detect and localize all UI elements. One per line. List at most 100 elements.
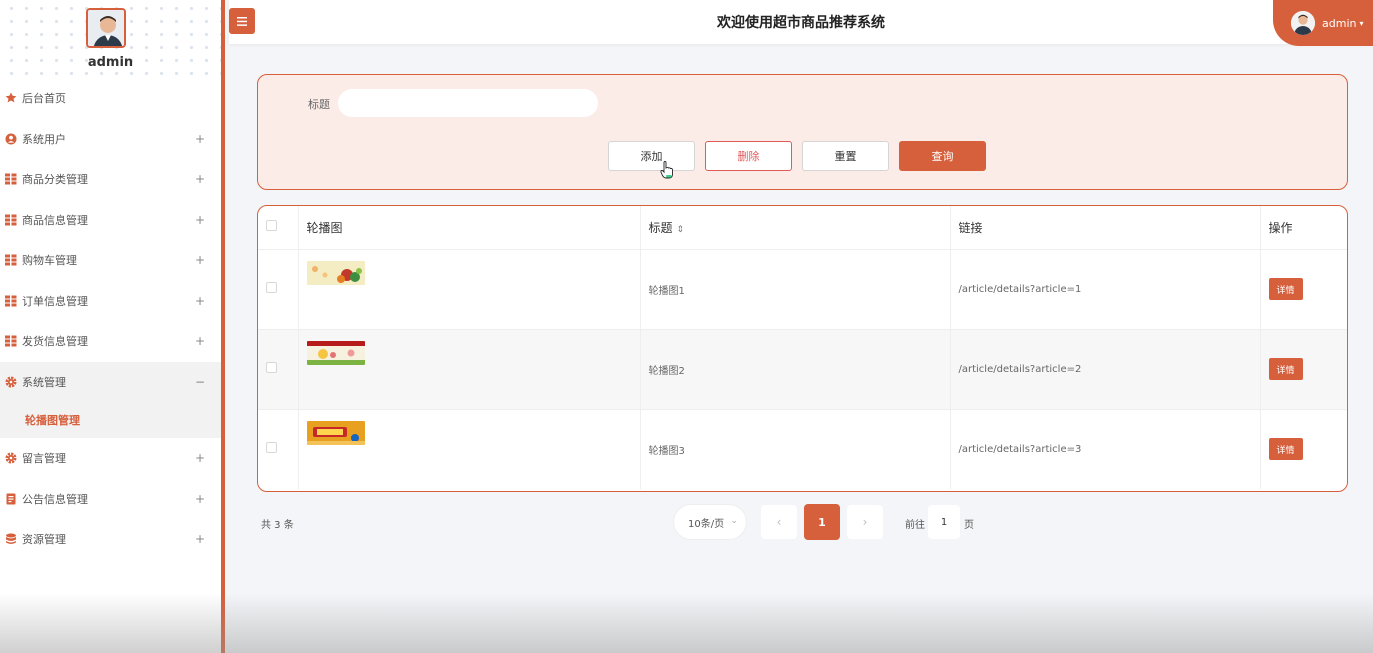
sort-icon[interactable]: ⇕	[677, 225, 685, 235]
user-icon	[5, 133, 17, 145]
total-count: 共 3 条	[261, 520, 294, 531]
expand-icon[interactable]: +	[195, 132, 205, 146]
carousel-image-cell	[297, 328, 640, 409]
title-search-input[interactable]	[338, 89, 598, 117]
prev-page-button[interactable]: ‹	[761, 505, 797, 539]
sidebar-subitem-carousel[interactable]: 轮播图管理	[0, 402, 221, 438]
sidebar-item-label: 留言管理	[22, 452, 66, 466]
hand-cursor-icon	[660, 161, 673, 179]
sidebar-item-messages[interactable]: 留言管理 +	[0, 438, 221, 479]
sidebar-item-announcements[interactable]: 公告信息管理 +	[0, 479, 221, 520]
grid-icon	[5, 335, 17, 347]
sidebar-item-home[interactable]: 后台首页	[0, 78, 221, 119]
expand-icon[interactable]: +	[195, 172, 205, 186]
expand-icon[interactable]: +	[195, 532, 205, 546]
user-menu[interactable]: admin ▾	[1273, 0, 1373, 46]
row-select-cell	[258, 328, 298, 409]
table-row: 轮播图2 /article/details?article=2 详情	[258, 328, 1347, 409]
carousel-thumbnail[interactable]	[306, 341, 365, 365]
grid-icon	[5, 254, 17, 266]
sidebar-profile: admin	[0, 0, 221, 78]
delete-button[interactable]: 删除	[705, 141, 792, 171]
next-page-button[interactable]: ›	[847, 505, 883, 539]
grid-icon	[5, 214, 17, 226]
sidebar-item-resources[interactable]: 资源管理 +	[0, 519, 221, 560]
row-checkbox[interactable]	[266, 282, 277, 293]
user-menu-label: admin	[1322, 16, 1357, 30]
chevron-right-icon: ›	[862, 515, 868, 529]
expand-icon[interactable]: +	[195, 294, 205, 308]
sidebar-item-orders[interactable]: 订单信息管理 +	[0, 281, 221, 322]
grid-icon	[5, 295, 17, 307]
chevron-down-icon: ⌄	[730, 516, 738, 526]
home-icon	[5, 92, 17, 104]
sidebar-item-label: 资源管理	[22, 533, 66, 547]
database-icon	[5, 533, 17, 545]
expand-icon[interactable]: +	[195, 213, 205, 227]
goto-page-input[interactable]	[928, 505, 960, 539]
sidebar-item-label: 系统管理	[22, 375, 66, 389]
table-row: 轮播图3 /article/details?article=3 详情	[258, 408, 1347, 489]
sidebar-username: admin	[87, 55, 134, 70]
column-header-title-label: 标题	[648, 220, 673, 235]
gear-icon	[5, 452, 17, 464]
sidebar-item-label: 系统用户	[22, 132, 66, 146]
expand-icon[interactable]: +	[195, 492, 205, 506]
row-checkbox[interactable]	[266, 442, 277, 454]
chevron-down-icon: ▾	[1359, 18, 1364, 28]
detail-button[interactable]: 详情	[1268, 438, 1303, 461]
title-cell: 轮播图2	[639, 328, 950, 409]
sidebar-item-shipping[interactable]: 发货信息管理 +	[0, 321, 221, 362]
chevron-left-icon: ‹	[776, 515, 782, 529]
detail-button[interactable]: 详情	[1268, 278, 1303, 300]
avatar	[1291, 11, 1315, 35]
sidebar-item-cart[interactable]: 购物车管理 +	[0, 240, 221, 281]
page-number-current[interactable]: 1	[804, 504, 840, 540]
sidebar-item-system-management[interactable]: 系统管理 −	[0, 361, 221, 402]
sidebar-item-label: 商品分类管理	[22, 173, 88, 187]
link-cell: /article/details?article=3	[949, 408, 1260, 489]
row-checkbox[interactable]	[266, 362, 277, 373]
query-button[interactable]: 查询	[899, 141, 986, 171]
sidebar-item-product[interactable]: 商品信息管理 +	[0, 200, 221, 241]
title-cell: 轮播图1	[639, 248, 950, 329]
column-header-title[interactable]: 标题 ⇕	[639, 206, 950, 250]
goto-label: 前往	[905, 520, 925, 531]
link-cell: /article/details?article=1	[949, 248, 1260, 329]
carousel-thumbnail[interactable]	[306, 421, 365, 446]
sidebar-item-category[interactable]: 商品分类管理 +	[0, 159, 221, 200]
collapse-icon[interactable]: −	[195, 375, 205, 389]
user-avatar-icon	[88, 10, 124, 46]
search-panel: 标题 添加 删除 重置 查询	[257, 74, 1348, 190]
carousel-thumbnail[interactable]	[306, 261, 365, 285]
expand-icon[interactable]: +	[195, 253, 205, 267]
detail-button[interactable]: 详情	[1268, 358, 1303, 380]
page-suffix-label: 页	[964, 520, 974, 531]
row-select-cell	[258, 248, 298, 329]
expand-icon[interactable]: +	[195, 451, 205, 465]
select-all-checkbox[interactable]	[266, 220, 277, 232]
avatar[interactable]	[86, 8, 126, 48]
table-header-row: 轮播图 标题 ⇕ 链接 操作	[258, 206, 1347, 250]
row-select-cell	[258, 408, 298, 489]
column-header-image: 轮播图	[297, 206, 640, 250]
carousel-table: 轮播图 标题 ⇕ 链接 操作 轮播图1 /article/details?art…	[257, 205, 1348, 492]
gear-icon	[5, 376, 17, 388]
sidebar-item-label: 后台首页	[22, 92, 66, 106]
top-header: 欢迎使用超市商品推荐系统 admin ▾	[229, 0, 1373, 46]
sidebar: admin 后台首页 系统用户 + 商品分类管理 + 商品信息管理 + 购物车管…	[0, 0, 225, 653]
add-button[interactable]: 添加	[608, 141, 695, 171]
sidebar-item-system-users[interactable]: 系统用户 +	[0, 119, 221, 160]
table-row: 轮播图1 /article/details?article=1 详情	[258, 248, 1347, 329]
sidebar-item-label: 发货信息管理	[22, 335, 88, 349]
page-size-select[interactable]: 10条/页 ⌄	[674, 505, 746, 539]
link-cell: /article/details?article=2	[949, 328, 1260, 409]
title-cell: 轮播图3	[639, 408, 950, 489]
reset-button[interactable]: 重置	[802, 141, 889, 171]
page-size-value: 10条/页	[688, 518, 725, 530]
carousel-image-cell	[297, 248, 640, 329]
action-cell: 详情	[1259, 408, 1347, 489]
expand-icon[interactable]: +	[195, 334, 205, 348]
select-all-cell	[258, 206, 298, 250]
document-icon	[5, 493, 17, 505]
